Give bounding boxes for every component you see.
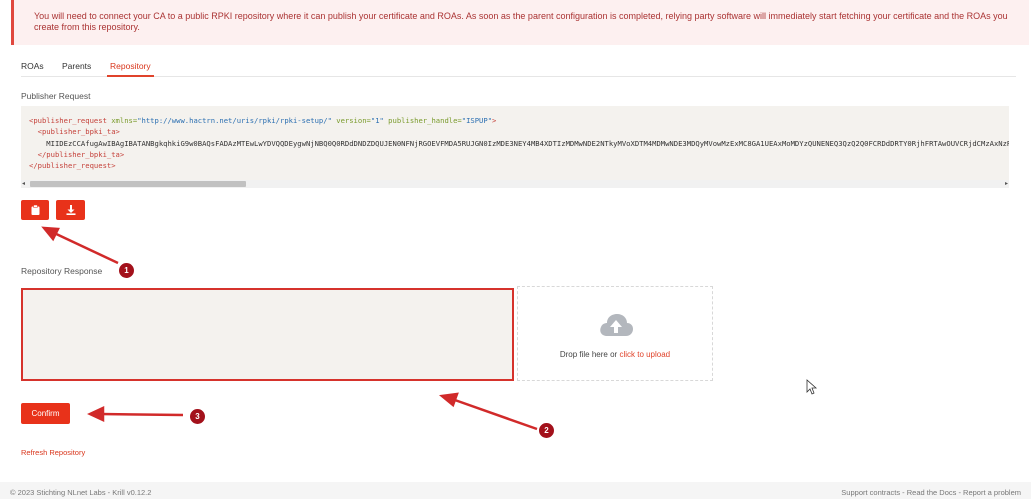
annotation-marker-1: 1 <box>119 263 134 278</box>
arrowhead-1 <box>41 226 60 242</box>
annotation-marker-3: 3 <box>190 409 205 424</box>
arrowhead-2 <box>438 392 459 408</box>
annotation-marker-2: 2 <box>539 423 554 438</box>
annotation-arrow-1 <box>51 230 119 265</box>
annotation-overlay <box>41 226 818 431</box>
annotation-arrow-3 <box>99 412 184 417</box>
mouse-cursor-icon <box>806 379 818 395</box>
arrowhead-3 <box>87 406 105 422</box>
annotation-arrow-2 <box>451 397 538 431</box>
